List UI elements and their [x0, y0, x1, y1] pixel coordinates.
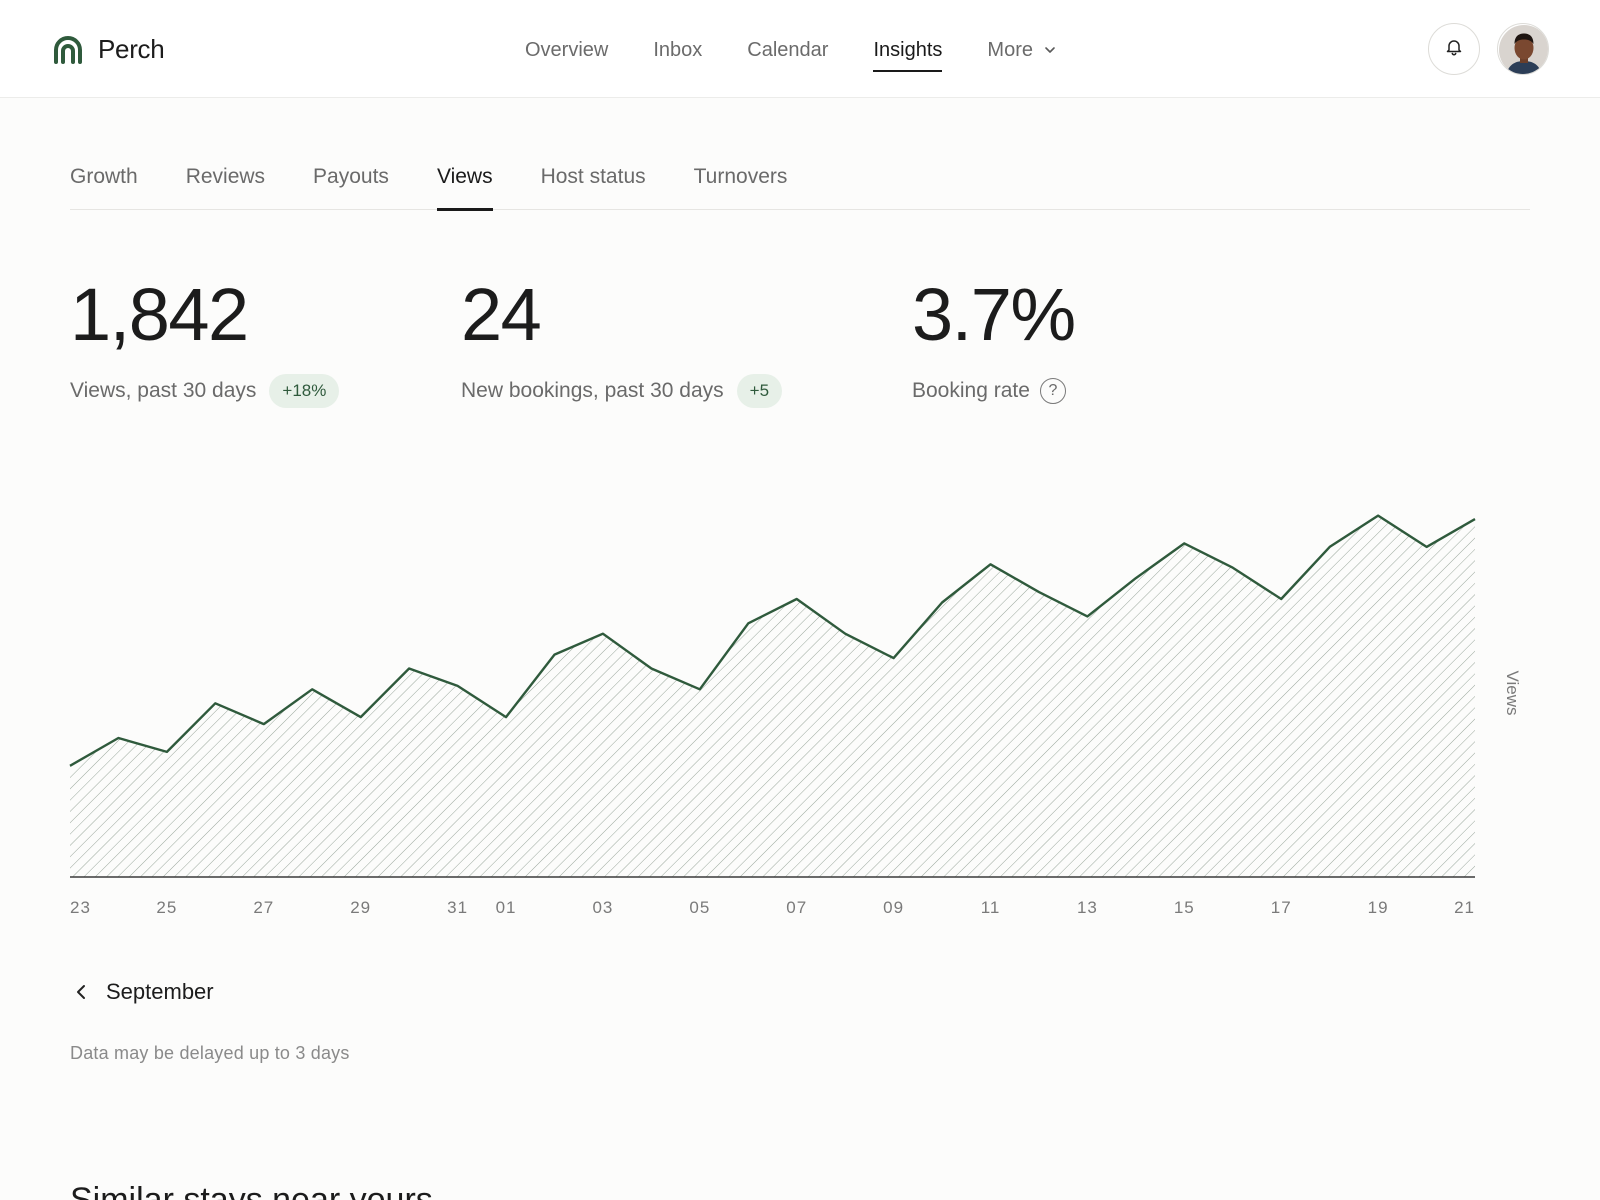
- stat-bookings-value: 24: [461, 273, 542, 356]
- similar-stays-title: Similar stays near yours: [70, 1181, 433, 1200]
- data-point: [794, 596, 800, 602]
- tab-host-status[interactable]: Host status: [541, 160, 646, 210]
- bell-icon: [1444, 37, 1464, 62]
- brand[interactable]: Perch: [52, 32, 165, 66]
- tab-views[interactable]: Views: [436, 160, 493, 211]
- data-point: [212, 700, 218, 706]
- views-chart: 23 25 27 29 31 01 03 05 07 09 11 13 15 17 19 21 Views: [67, 513, 1522, 917]
- stat-booking-rate: 3.7% Booking rate ?: [912, 270, 1076, 408]
- data-point: [1327, 544, 1333, 550]
- brand-name: Perch: [98, 33, 165, 64]
- data-point: [1278, 596, 1284, 602]
- data-point: [67, 763, 73, 769]
- month-nav[interactable]: September: [70, 978, 214, 1006]
- tab-reviews[interactable]: Reviews: [186, 160, 265, 210]
- x-tick-label: 27: [253, 898, 274, 917]
- stat-rate-value: 3.7%: [912, 273, 1076, 356]
- data-point: [1181, 540, 1187, 546]
- stat-views-badge: +18%: [269, 374, 340, 408]
- data-point: [503, 714, 509, 720]
- nav-inbox[interactable]: Inbox: [653, 36, 702, 64]
- data-point: [455, 683, 461, 689]
- perch-logo-icon: [52, 33, 84, 65]
- data-point: [745, 620, 751, 626]
- x-tick-label: 29: [350, 898, 371, 917]
- data-point: [600, 631, 606, 637]
- nav-more[interactable]: More: [987, 36, 1057, 64]
- data-point: [1375, 513, 1381, 519]
- x-tick-label: 01: [496, 898, 517, 917]
- data-point: [406, 666, 412, 672]
- views-area: [70, 515, 1475, 877]
- x-tick-label: 15: [1174, 898, 1195, 917]
- x-tick-label: 05: [689, 898, 710, 917]
- nav-insights[interactable]: Insights: [873, 36, 942, 72]
- chevron-down-icon: [1043, 43, 1057, 57]
- stat-bookings: 24 New bookings, past 30 days +5: [461, 270, 783, 408]
- data-point: [842, 631, 848, 637]
- month-label: September: [106, 979, 214, 1004]
- x-tick-label: 25: [156, 898, 177, 917]
- stat-bookings-label: New bookings, past 30 days: [461, 379, 724, 402]
- data-point: [261, 721, 267, 727]
- insights-subtabs: Growth Reviews Payouts Views Host status…: [70, 160, 1530, 211]
- chart-y-label: Views: [1503, 670, 1522, 715]
- notifications-button[interactable]: [1428, 23, 1480, 75]
- stat-rate-label: Booking rate: [912, 379, 1030, 402]
- data-point: [358, 714, 364, 720]
- data-point: [648, 666, 654, 672]
- x-tick-label: 17: [1271, 898, 1292, 917]
- x-tick-label: 03: [592, 898, 613, 917]
- help-icon[interactable]: ?: [1039, 378, 1066, 404]
- data-point: [309, 686, 315, 692]
- tab-payouts[interactable]: Payouts: [313, 160, 389, 210]
- x-tick-label: 31: [447, 898, 468, 917]
- x-tick-label: 13: [1077, 898, 1098, 917]
- data-point: [1084, 613, 1090, 619]
- chevron-left-icon[interactable]: [70, 981, 92, 1003]
- x-tick-label: 23: [70, 898, 91, 917]
- stat-views-label: Views, past 30 days: [70, 379, 257, 402]
- x-tick-label: 19: [1368, 898, 1389, 917]
- x-tick-label: 11: [981, 898, 1001, 917]
- data-delay-note: Data may be delayed up to 3 days: [70, 1043, 350, 1063]
- data-point: [891, 655, 897, 661]
- tab-growth[interactable]: Growth: [70, 160, 138, 210]
- data-point: [115, 735, 121, 741]
- data-point: [697, 686, 703, 692]
- data-point: [1424, 544, 1430, 550]
- data-point: [551, 652, 557, 658]
- data-point: [988, 561, 994, 567]
- data-point: [1230, 565, 1236, 571]
- top-header: Perch Overview Inbox Calendar Insights M…: [0, 0, 1600, 98]
- main-nav: Overview Inbox Calendar Insights More: [525, 36, 1102, 72]
- data-point: [939, 599, 945, 605]
- x-tick-label: 09: [883, 898, 904, 917]
- data-point: [1472, 516, 1478, 522]
- x-tick-label: 07: [786, 898, 807, 917]
- data-point: [164, 749, 170, 755]
- stat-views-value: 1,842: [70, 273, 249, 356]
- nav-overview[interactable]: Overview: [525, 36, 608, 64]
- data-point: [1133, 575, 1139, 581]
- stat-views: 1,842 Views, past 30 days +18%: [70, 270, 340, 408]
- user-avatar[interactable]: [1497, 23, 1549, 75]
- nav-calendar[interactable]: Calendar: [747, 36, 828, 64]
- tab-turnovers[interactable]: Turnovers: [694, 160, 788, 210]
- stat-bookings-badge: +5: [736, 374, 783, 408]
- nav-more-label: More: [987, 39, 1033, 61]
- data-point: [1036, 589, 1042, 595]
- x-tick-label: 21: [1454, 898, 1475, 917]
